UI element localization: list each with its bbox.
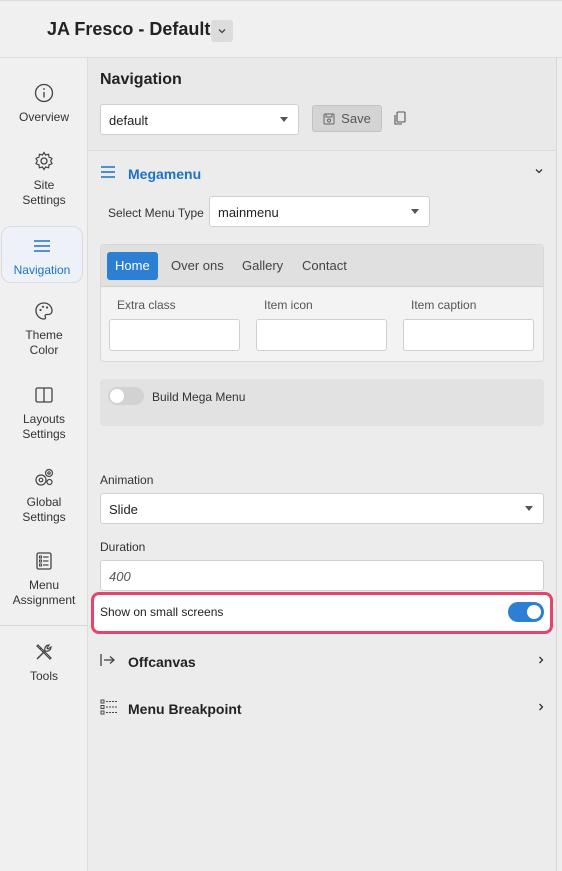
sidebar-item-label: Menu Assignment xyxy=(12,578,76,607)
sidebar-item-theme-color[interactable]: Theme Color xyxy=(0,300,88,358)
list-icon xyxy=(36,552,52,570)
show-on-small-screens-label: Show on small screens xyxy=(100,605,224,619)
item-icon-field[interactable] xyxy=(256,319,387,351)
chevron-right-icon xyxy=(539,656,544,664)
offcanvas-section-header[interactable]: Offcanvas xyxy=(88,642,557,682)
sidebar-item-label: Layouts Settings xyxy=(22,412,66,441)
show-on-small-screens-toggle[interactable] xyxy=(508,602,544,622)
gear-icon xyxy=(35,151,53,171)
build-mega-menu-toggle[interactable] xyxy=(108,387,144,405)
menu-breakpoint-section-header[interactable]: Menu Breakpoint xyxy=(88,689,557,729)
copy-icon[interactable] xyxy=(393,111,407,126)
caret-down-icon xyxy=(280,117,288,122)
extra-class-label: Extra class xyxy=(117,298,176,312)
animation-label: Animation xyxy=(100,473,154,487)
navigation-header: Navigation default Save xyxy=(88,58,557,151)
sidebar-item-label: Tools xyxy=(29,669,58,683)
tab-gallery[interactable]: Gallery xyxy=(234,252,291,280)
sidebar-divider xyxy=(0,625,87,626)
show-on-small-screens-row: Show on small screens xyxy=(91,592,553,634)
sidebar-item-label: Global Settings xyxy=(22,495,66,524)
menu-type-select[interactable]: mainmenu xyxy=(209,196,430,227)
navigation-preset-select[interactable]: default xyxy=(100,104,299,135)
sidebar-item-overview[interactable]: Overview xyxy=(0,82,88,125)
page-title: Navigation xyxy=(100,71,182,88)
offcanvas-label: Offcanvas xyxy=(128,654,196,670)
megamenu-section-header[interactable]: Megamenu xyxy=(88,152,557,192)
info-icon xyxy=(34,83,54,103)
sidebar-item-label: Theme Color xyxy=(25,328,63,357)
sidebar-item-tools[interactable]: Tools xyxy=(0,641,88,684)
sidebar-item-navigation[interactable]: Navigation xyxy=(1,226,83,283)
gears-icon xyxy=(35,468,54,486)
build-mega-menu-row: Build Mega Menu xyxy=(100,379,544,426)
menu-breakpoint-label: Menu Breakpoint xyxy=(128,701,242,717)
item-icon-label: Item icon xyxy=(264,298,313,312)
panel-border xyxy=(556,58,557,871)
layout-icon xyxy=(35,387,53,403)
palette-icon xyxy=(35,302,53,320)
animation-select[interactable]: Slide xyxy=(100,493,544,524)
caret-down-icon xyxy=(525,506,533,511)
save-button[interactable]: Save xyxy=(312,105,382,132)
menu-icon xyxy=(101,166,115,178)
tab-contact[interactable]: Contact xyxy=(294,252,355,280)
breakpoint-icon xyxy=(100,699,117,715)
sidebar-item-layouts-settings[interactable]: Layouts Settings xyxy=(0,384,88,442)
item-caption-field[interactable] xyxy=(403,319,534,351)
main-panel: Navigation default Save Megamenu Select … xyxy=(88,58,557,871)
duration-field[interactable]: 400 xyxy=(100,560,544,591)
menu-item-tabs: Home Over ons Gallery Contact xyxy=(101,245,543,287)
build-mega-menu-label: Build Mega Menu xyxy=(152,390,246,404)
sidebar: Overview Site Settings Navigation Theme Co… xyxy=(0,58,88,871)
chevron-right-icon xyxy=(539,703,544,711)
app-title: JA Fresco - Default xyxy=(47,19,211,39)
sidebar-item-global-settings[interactable]: Global Settings xyxy=(0,467,88,525)
sidebar-item-label: Site Settings xyxy=(22,178,66,207)
megamenu-label: Megamenu xyxy=(128,166,202,182)
sidebar-item-site-settings[interactable]: Site Settings xyxy=(0,150,88,208)
tab-over-ons[interactable]: Over ons xyxy=(163,252,232,280)
chevron-down-icon xyxy=(218,29,226,34)
app-header: JA Fresco - Default xyxy=(0,0,562,58)
chevron-down-icon xyxy=(535,169,543,174)
item-caption-label: Item caption xyxy=(411,298,477,312)
duration-label: Duration xyxy=(100,540,146,554)
template-dropdown-button[interactable] xyxy=(211,20,233,42)
extra-class-field[interactable] xyxy=(109,319,240,351)
sidebar-item-menu-assignment[interactable]: Menu Assignment xyxy=(0,550,88,608)
select-menu-type-label: Select Menu Type xyxy=(108,206,204,220)
menu-icon xyxy=(34,240,50,252)
megamenu-items-panel: Home Over ons Gallery Contact Extra clas… xyxy=(100,244,544,362)
arrow-right-bar-icon xyxy=(100,654,115,666)
save-icon xyxy=(323,113,335,124)
caret-down-icon xyxy=(411,209,419,214)
sidebar-item-label: Navigation xyxy=(13,263,71,277)
sidebar-item-label: Overview xyxy=(18,110,69,124)
tab-home[interactable]: Home xyxy=(107,252,158,280)
tools-icon xyxy=(36,644,52,660)
